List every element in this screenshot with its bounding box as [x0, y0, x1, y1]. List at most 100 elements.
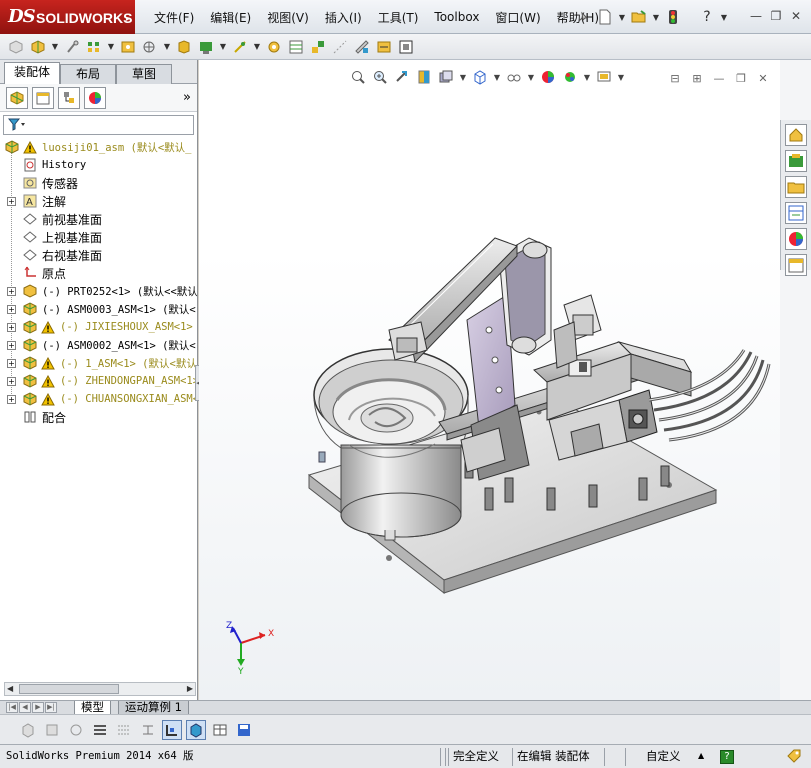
link-views-icon[interactable]: [138, 720, 158, 740]
next-tab-icon[interactable]: ▶: [32, 702, 44, 713]
tree-filter-input[interactable]: [3, 115, 194, 135]
scroll-thumb[interactable]: [19, 684, 119, 694]
chevron-down-icon[interactable]: ▼: [252, 37, 262, 57]
reference-geometry-icon[interactable]: [230, 37, 250, 57]
tree-item[interactable]: + (-) PRT0252<1> (默认<<默认: [0, 282, 197, 300]
insert-component-icon[interactable]: [28, 37, 48, 57]
solidworks-logo[interactable]: DS SOLIDWORKS ▸: [0, 0, 135, 34]
menu-tools[interactable]: 工具(T): [370, 9, 427, 26]
unit-system-selector[interactable]: 自定义: [646, 748, 681, 766]
tree-item[interactable]: 传感器: [0, 174, 197, 192]
view-palette-icon[interactable]: [785, 202, 807, 224]
tree-item[interactable]: + (-) JIXIESHOUX_ASM<1>: [0, 318, 197, 336]
property-manager-icon[interactable]: [32, 86, 54, 109]
design-library-icon[interactable]: [785, 150, 807, 172]
tree-item[interactable]: 上视基准面: [0, 228, 197, 246]
first-tab-icon[interactable]: |◀: [6, 702, 18, 713]
filter-funnel-icon[interactable]: [7, 118, 26, 135]
chevron-down-icon[interactable]: ▼: [218, 37, 228, 57]
quick-tips-help-icon[interactable]: ?: [720, 750, 734, 764]
table-view-icon[interactable]: [210, 720, 230, 740]
open-folder-icon[interactable]: [630, 8, 648, 26]
restore-icon[interactable]: ❐: [767, 8, 785, 24]
tree-item[interactable]: + (-) ASM0002_ASM<1> (默认<: [0, 336, 197, 354]
expand-toggle-icon[interactable]: +: [7, 340, 16, 350]
smart-fasteners-icon[interactable]: [118, 37, 138, 57]
interference-detection-icon[interactable]: [352, 37, 372, 57]
expand-toggle-icon[interactable]: +: [7, 196, 16, 206]
solidworks-resources-icon[interactable]: [785, 124, 807, 146]
tree-item[interactable]: + (-) ZHENDONGPAN_ASM<1>: [0, 372, 197, 390]
file-explorer-icon[interactable]: [785, 176, 807, 198]
configuration-manager-icon[interactable]: [58, 86, 80, 109]
move-component-icon[interactable]: [140, 37, 160, 57]
menu-edit[interactable]: 编辑(E): [202, 9, 259, 26]
view-copy-icon[interactable]: [42, 720, 62, 740]
expand-toggle-icon[interactable]: +: [7, 376, 16, 386]
tree-item[interactable]: + (-) ASM0003_ASM<1> (默认<: [0, 300, 197, 318]
tab-assembly[interactable]: 装配体: [4, 62, 60, 84]
grid-lines-icon[interactable]: [114, 720, 134, 740]
pin-icon[interactable]: [574, 8, 592, 26]
exploded-view-icon[interactable]: [308, 37, 328, 57]
tab-layout[interactable]: 布局: [60, 64, 116, 84]
show-hidden-icon[interactable]: [174, 37, 194, 57]
tree-item[interactable]: 前视基准面: [0, 210, 197, 228]
custom-properties-icon[interactable]: [785, 254, 807, 276]
graphics-area[interactable]: ▼ ▼ ▼ ▼ ▼ ⊟ ⊞ — ❐ ✕ X Y Z: [199, 60, 780, 700]
minimize-icon[interactable]: —: [747, 8, 765, 24]
tree-horizontal-scrollbar[interactable]: ◀ ▶: [4, 682, 196, 696]
assembly-features-icon[interactable]: [196, 37, 216, 57]
chevron-down-icon[interactable]: ▼: [50, 37, 60, 57]
chevron-down-icon[interactable]: ▼: [162, 37, 172, 57]
prev-tab-icon[interactable]: ◀: [19, 702, 31, 713]
feature-manager-icon[interactable]: [6, 86, 28, 109]
menu-view[interactable]: 视图(V): [259, 9, 317, 26]
tab-sketch[interactable]: 草图: [116, 64, 172, 84]
view-3d-icon[interactable]: [18, 720, 38, 740]
tile-rows-icon[interactable]: [90, 720, 110, 740]
tree-item[interactable]: + (-) CHUANSONGXIAN_ASM<1>: [0, 390, 197, 408]
save-view-icon[interactable]: [234, 720, 254, 740]
new-document-icon[interactable]: [596, 8, 614, 26]
tag-icon[interactable]: [786, 748, 802, 766]
menu-toolbox[interactable]: Toolbox: [426, 10, 487, 24]
expand-toggle-icon[interactable]: +: [7, 304, 16, 314]
tree-item[interactable]: 配合: [0, 408, 197, 426]
expand-toggle-icon[interactable]: +: [7, 322, 16, 332]
tree-item[interactable]: History: [0, 156, 197, 174]
last-tab-icon[interactable]: ▶|: [45, 702, 57, 713]
expand-toggle-icon[interactable]: +: [7, 394, 16, 404]
rebuild-traffic-light-icon[interactable]: [664, 8, 682, 26]
view-rotate-icon[interactable]: [66, 720, 86, 740]
tree-item[interactable]: 右视基准面: [0, 246, 197, 264]
tree-item[interactable]: luosiji01_asm (默认<默认_: [0, 138, 197, 156]
close-icon[interactable]: ✕: [787, 8, 805, 24]
chevron-down-icon[interactable]: ▼: [618, 8, 626, 26]
chevron-down-icon[interactable]: ▼: [652, 8, 660, 26]
chevron-down-icon[interactable]: ▼: [720, 8, 728, 26]
assembly-model-render[interactable]: X Y Z: [199, 60, 780, 700]
explode-line-sketch-icon[interactable]: [330, 37, 350, 57]
display-manager-icon[interactable]: [84, 86, 106, 109]
more-chevron-icon[interactable]: »: [183, 90, 191, 105]
instant3d-icon[interactable]: [396, 37, 416, 57]
scroll-right-icon[interactable]: ▶: [187, 683, 193, 695]
assembly-component-icon[interactable]: [6, 37, 26, 57]
tree-item[interactable]: + (-) 1_ASM<1> (默认<默认: [0, 354, 197, 372]
menu-file[interactable]: 文件(F): [146, 9, 202, 26]
isometric-view-icon[interactable]: [186, 719, 206, 740]
menu-window[interactable]: 窗口(W): [487, 9, 548, 26]
appearances-scenes-icon[interactable]: [785, 228, 807, 250]
tab-model[interactable]: 模型: [74, 701, 111, 715]
unit-up-arrow-icon[interactable]: ▲: [698, 748, 704, 766]
new-motion-study-icon[interactable]: [264, 37, 284, 57]
bill-of-materials-icon[interactable]: [286, 37, 306, 57]
chevron-down-icon[interactable]: ▼: [106, 37, 116, 57]
expand-toggle-icon[interactable]: +: [7, 358, 16, 368]
clearance-verification-icon[interactable]: [374, 37, 394, 57]
tree-item[interactable]: 原点: [0, 264, 197, 282]
single-view-icon[interactable]: [162, 719, 182, 740]
menu-insert[interactable]: 插入(I): [317, 9, 370, 26]
tab-motion-study[interactable]: 运动算例 1: [118, 701, 189, 715]
